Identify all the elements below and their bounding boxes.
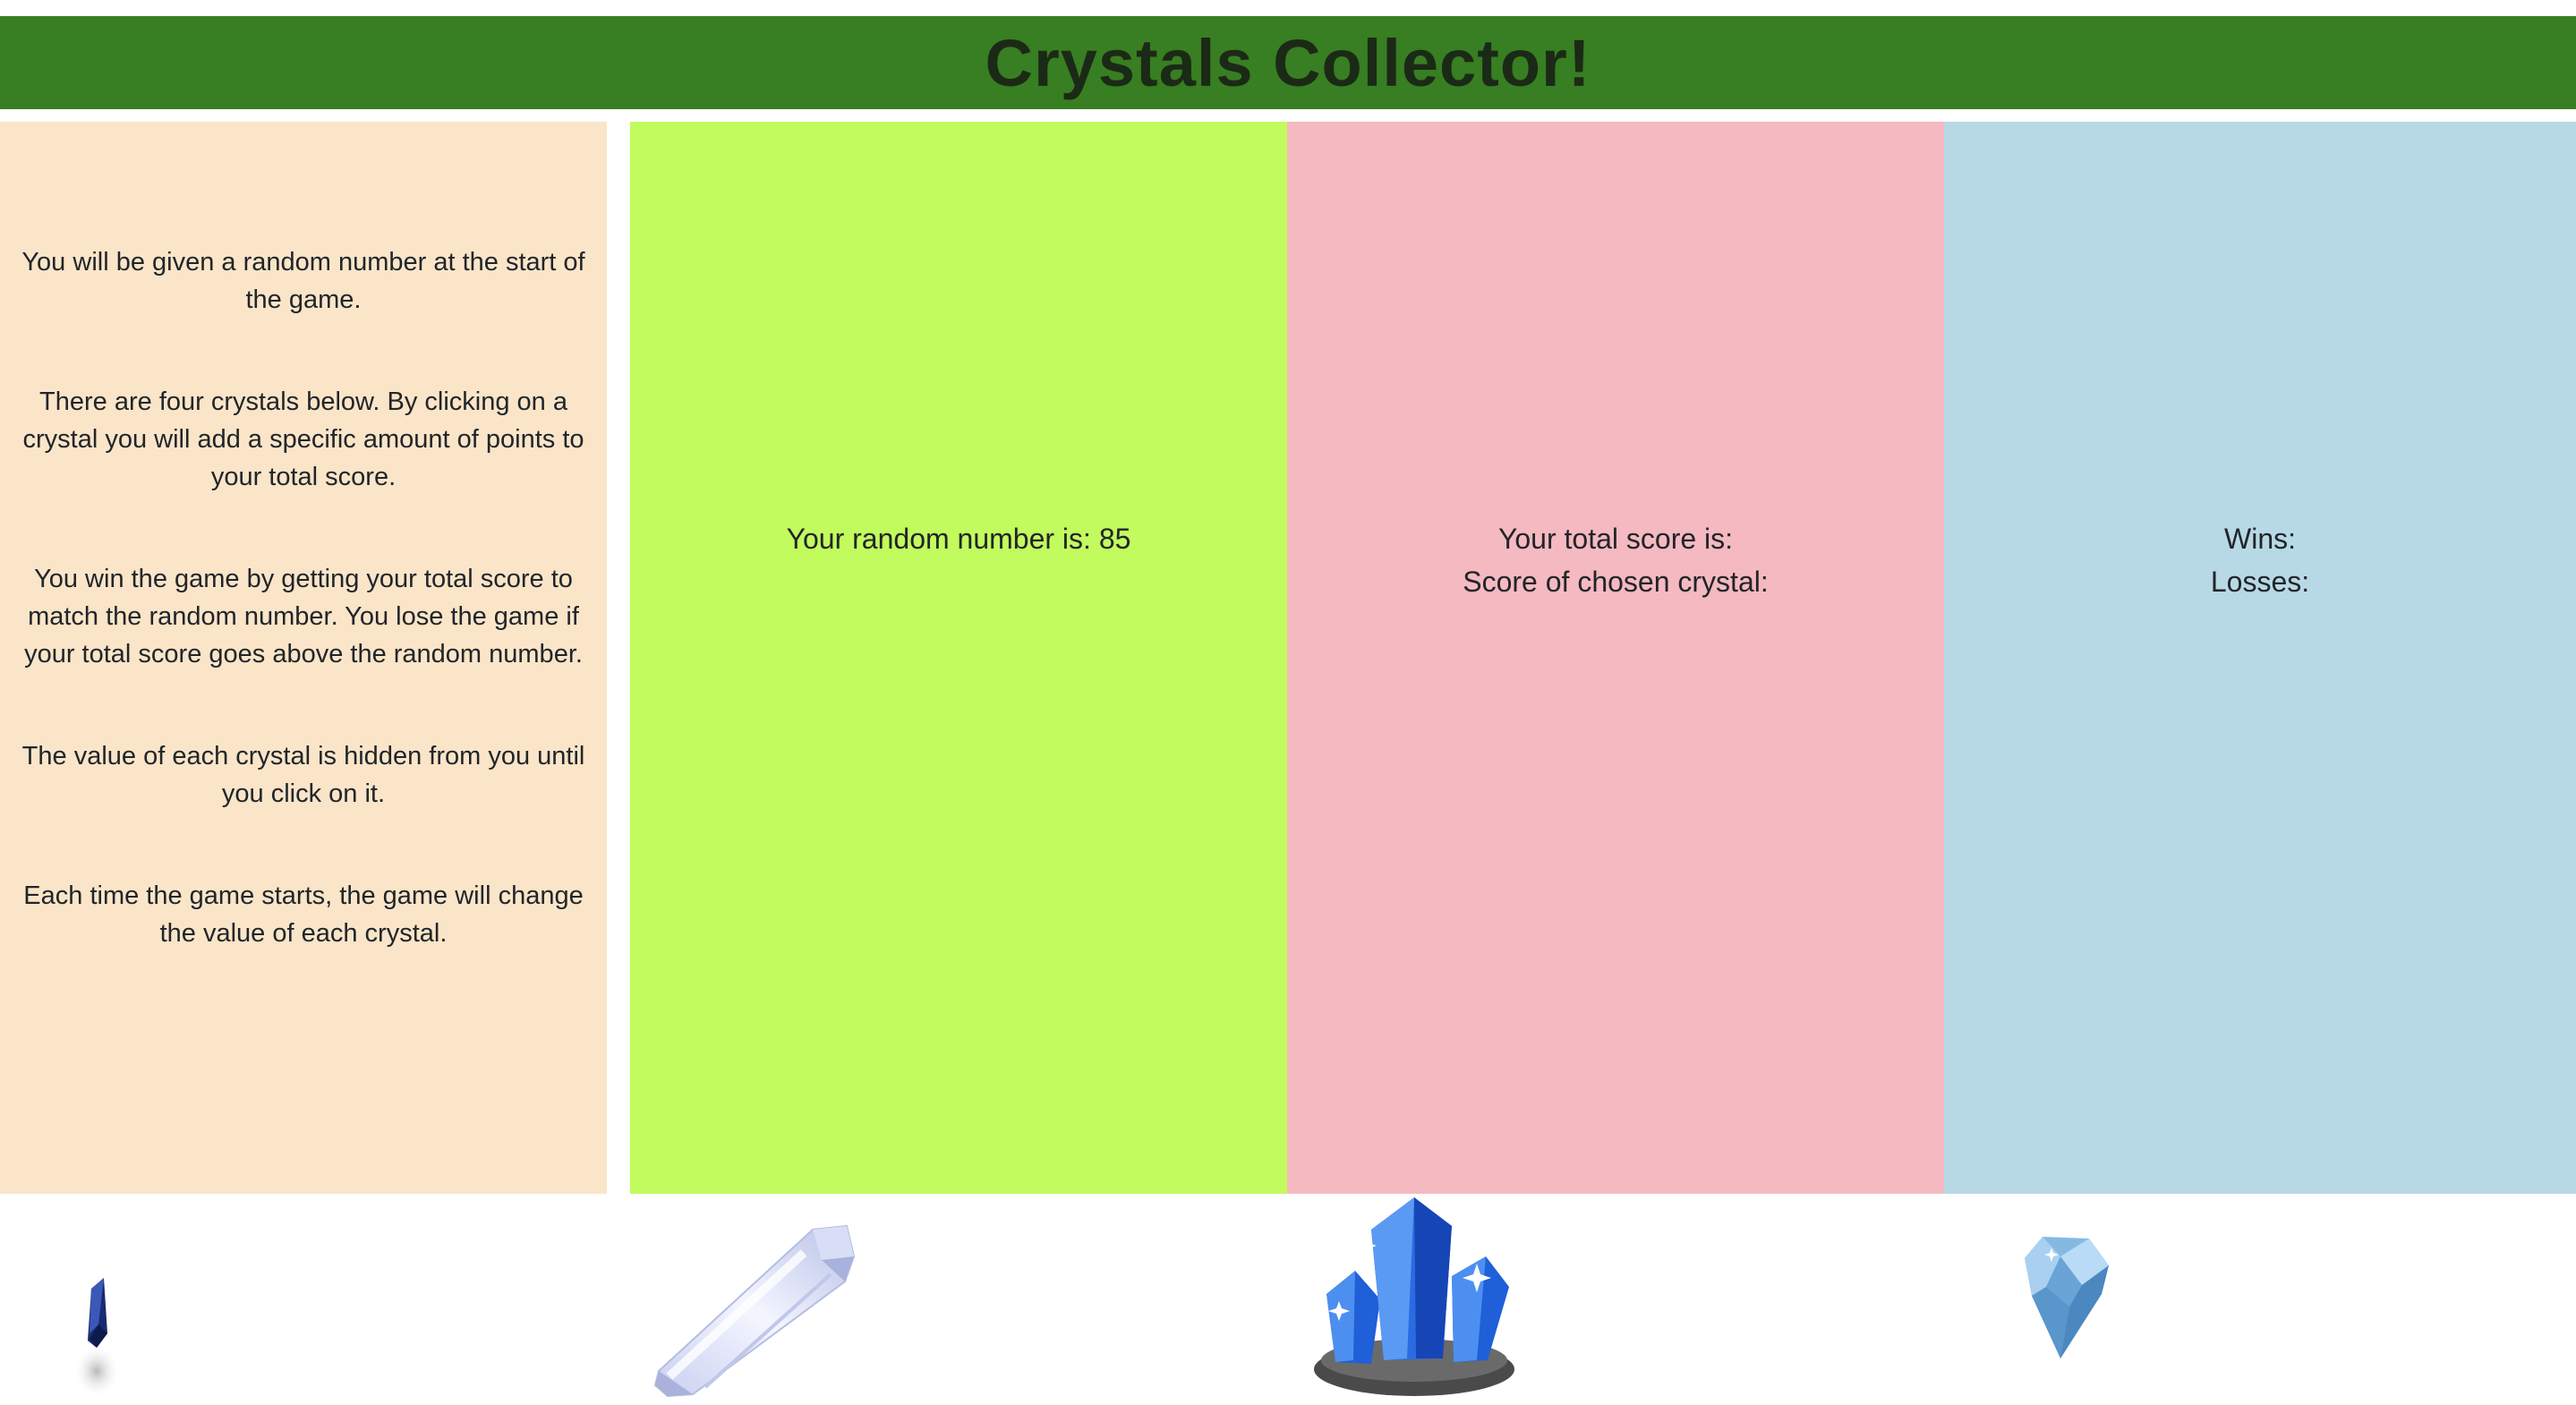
clear-quartz-crystal-icon [653, 1224, 856, 1398]
total-score-label: Your total score is: [1497, 523, 1734, 555]
score-panel: Your total score is: Score of chosen cry… [1287, 122, 1944, 1194]
losses-label: Losses: [2210, 566, 2310, 598]
dark-blue-crystal-icon [73, 1278, 120, 1398]
wins-label: Wins: [2224, 523, 2296, 555]
instruction-text: Each time the game starts, the game will… [23, 881, 584, 948]
random-number-panel: Your random number is: 85 [630, 122, 1287, 1194]
crystal-button-1[interactable] [72, 1271, 125, 1405]
win-loss-panel: Wins: Losses: [1944, 122, 2576, 1194]
instruction-text: You will be given a random number at the… [21, 248, 585, 314]
crystal-button-3[interactable] [1309, 1194, 1520, 1398]
crystal-button-2[interactable] [652, 1219, 857, 1405]
page-header: Crystals Collector! [0, 16, 2576, 109]
random-number-label: Your random number is: 85 [786, 523, 1131, 555]
instruction-text: You win the game by getting your total s… [24, 565, 583, 668]
chosen-crystal-score-label: Score of chosen crystal: [1463, 566, 1769, 598]
instructions-panel: You will be given a random number at the… [0, 122, 607, 1194]
game-page: Crystals Collector! You will be given a … [0, 0, 2576, 1405]
instruction-text: The value of each crystal is hidden from… [21, 742, 585, 808]
page-title: Crystals Collector! [985, 25, 1591, 100]
instruction-text: There are four crystals below. By clicki… [22, 387, 584, 491]
light-blue-gem-icon [2025, 1237, 2109, 1358]
crystal-button-4[interactable] [2016, 1231, 2114, 1362]
blue-crystal-cluster-icon [1314, 1197, 1514, 1396]
